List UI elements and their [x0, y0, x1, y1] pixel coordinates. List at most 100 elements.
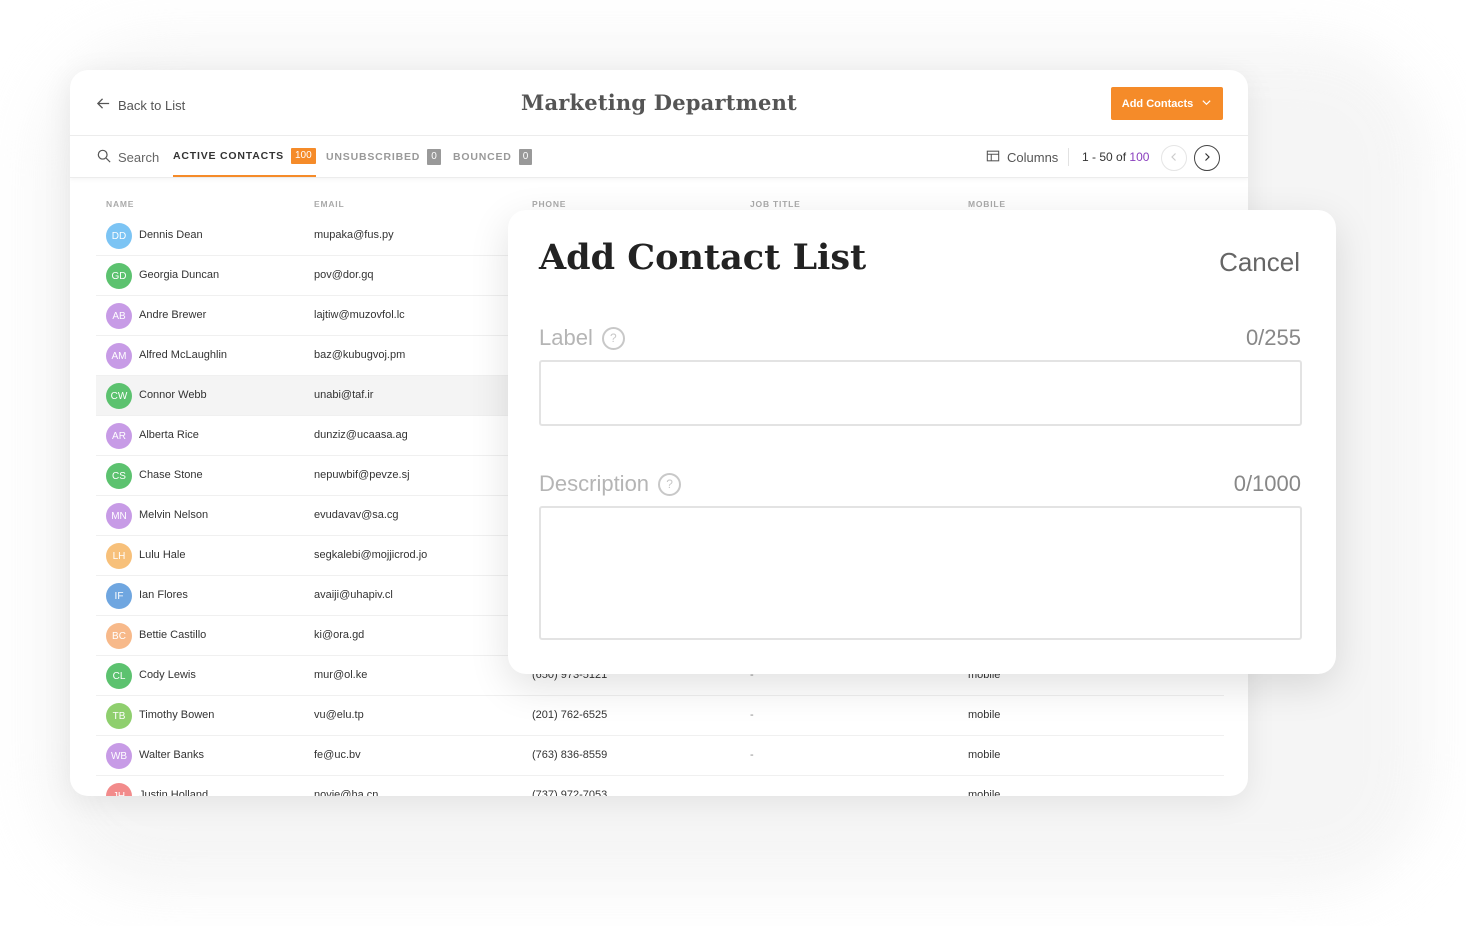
- contact-name: Timothy Bowen: [139, 709, 215, 721]
- pager-of: of: [1116, 150, 1127, 164]
- contact-name: Chase Stone: [139, 469, 203, 481]
- tab-unsubscribed[interactable]: UNSUBSCRIBED 0: [326, 136, 441, 177]
- table-row[interactable]: WB Walter Banks fe@uc.bv (763) 836-8559 - mob…: [96, 736, 1224, 776]
- contact-name: Melvin Nelson: [139, 509, 209, 521]
- chevron-right-icon: [1202, 149, 1212, 167]
- avatar: MN: [106, 503, 132, 529]
- avatar: LH: [106, 543, 132, 569]
- count-badge: 0: [518, 148, 533, 165]
- avatar: CS: [106, 463, 132, 489]
- description-textarea[interactable]: [539, 506, 1302, 640]
- contact-email: vu@elu.tp: [314, 709, 364, 721]
- divider: [1068, 148, 1069, 166]
- contact-phone: (763) 836-8559: [532, 749, 608, 761]
- label-char-counter: 0/255: [1245, 325, 1301, 350]
- contact-name: Bettie Castillo: [139, 629, 207, 641]
- table-row[interactable]: JH Justin Holland novie@ha.cn (737) 972-705…: [96, 776, 1224, 796]
- avatar: AR: [106, 423, 132, 449]
- add-contacts-button[interactable]: Add Contacts: [1111, 87, 1223, 120]
- contact-name: Georgia Duncan: [139, 269, 220, 281]
- help-icon[interactable]: ?: [658, 472, 682, 496]
- label-field-label: Label ?: [539, 325, 625, 351]
- contact-job-title: -: [750, 749, 754, 761]
- pager-text: 1 - 50 of 100: [1082, 150, 1149, 164]
- columns-icon: [986, 149, 1000, 166]
- tab-label: UNSUBSCRIBED: [326, 150, 421, 163]
- search-icon: [97, 149, 111, 166]
- contact-job-title: -: [750, 709, 754, 721]
- column-header-job-title[interactable]: JOB TITLE: [750, 199, 801, 209]
- contact-name: Andre Brewer: [139, 309, 207, 321]
- count-badge: 100: [290, 147, 316, 164]
- contact-phone: (201) 762-6525: [532, 709, 608, 721]
- tab-label: BOUNCED: [453, 150, 512, 163]
- column-header-mobile[interactable]: MOBILE: [968, 199, 1006, 209]
- columns-button[interactable]: Columns: [986, 149, 1058, 166]
- table-row[interactable]: TB Timothy Bowen vu@elu.tp (201) 762-6525 - m…: [96, 696, 1224, 736]
- contact-name: Ian Flores: [139, 589, 188, 601]
- avatar: TB: [106, 703, 132, 729]
- window-header: Back to List Marketing Department Add Co…: [70, 70, 1248, 136]
- chevron-left-icon: [1169, 149, 1179, 167]
- contact-email: mur@ol.ke: [314, 669, 368, 681]
- contact-email: mupaka@fus.py: [314, 229, 394, 241]
- count-badge: 0: [427, 148, 441, 165]
- tab-bounced[interactable]: BOUNCED 0: [453, 136, 533, 177]
- tabs-bar: Search ACTIVE CONTACTS 100 UNSUBSCRIBED …: [70, 136, 1248, 178]
- contact-name: Alfred McLaughlin: [139, 349, 228, 361]
- avatar: CL: [106, 663, 132, 689]
- add-contacts-label: Add Contacts: [1121, 97, 1194, 110]
- add-contact-list-modal: Add Contact List Cancel Label ? 0/255 De…: [508, 210, 1336, 674]
- cancel-button[interactable]: Cancel: [1219, 247, 1300, 278]
- column-header-phone[interactable]: PHONE: [532, 199, 566, 209]
- help-icon[interactable]: ?: [601, 326, 625, 350]
- contact-name: Cody Lewis: [139, 669, 196, 681]
- contact-name: Dennis Dean: [139, 229, 203, 241]
- search-label: Search: [118, 150, 160, 165]
- contact-email: nepuwbif@pevze.sj: [314, 469, 410, 481]
- description-char-counter: 0/1000: [1233, 471, 1301, 496]
- avatar: DD: [106, 223, 132, 249]
- chevron-down-icon: [1201, 97, 1212, 111]
- contact-email: ki@ora.gd: [314, 629, 365, 641]
- next-page-button[interactable]: [1194, 145, 1220, 171]
- description-field-text: Description: [539, 471, 650, 496]
- previous-page-button[interactable]: [1161, 145, 1187, 171]
- page-title: Marketing Department: [521, 90, 797, 115]
- contact-email: unabi@taf.ir: [314, 389, 374, 401]
- contact-email: dunziz@ucaasa.ag: [314, 429, 408, 441]
- avatar: AM: [106, 343, 132, 369]
- pager-total: 100: [1129, 150, 1150, 164]
- avatar: IF: [106, 583, 132, 609]
- avatar: AB: [106, 303, 132, 329]
- pager-range: 1 - 50: [1082, 150, 1113, 164]
- label-field-text: Label: [539, 325, 593, 350]
- contact-email: pov@dor.gq: [314, 269, 374, 281]
- contact-email: novie@ha.cn: [314, 789, 379, 796]
- column-header-name[interactable]: NAME: [106, 199, 134, 209]
- contact-email: evudavav@sa.cg: [314, 509, 399, 521]
- tab-active-contacts[interactable]: ACTIVE CONTACTS 100: [173, 136, 316, 177]
- contact-email: segkalebi@mojjicrod.jo: [314, 549, 428, 561]
- avatar: GD: [106, 263, 132, 289]
- contact-name: Walter Banks: [139, 749, 205, 761]
- avatar: JH: [106, 783, 132, 796]
- contact-phone: (737) 972-7053: [532, 789, 608, 796]
- contact-name: Lulu Hale: [139, 549, 186, 561]
- contact-email: avaiji@uhapiv.cl: [314, 589, 393, 601]
- contact-email: baz@kubugvoj.pm: [314, 349, 406, 361]
- avatar: BC: [106, 623, 132, 649]
- contact-name: Alberta Rice: [139, 429, 199, 441]
- contact-mobile: mobile: [968, 789, 1001, 796]
- contact-mobile: mobile: [968, 709, 1001, 721]
- contact-email: fe@uc.bv: [314, 749, 361, 761]
- column-header-email[interactable]: EMAIL: [314, 199, 344, 209]
- contact-name: Connor Webb: [139, 389, 207, 401]
- avatar: WB: [106, 743, 132, 769]
- contact-name: Justin Holland: [139, 789, 209, 796]
- contact-mobile: mobile: [968, 749, 1001, 761]
- modal-title: Add Contact List: [539, 237, 867, 278]
- search-button[interactable]: Search: [97, 149, 159, 166]
- contact-email: lajtiw@muzovfol.lc: [314, 309, 405, 321]
- label-input[interactable]: [539, 360, 1302, 426]
